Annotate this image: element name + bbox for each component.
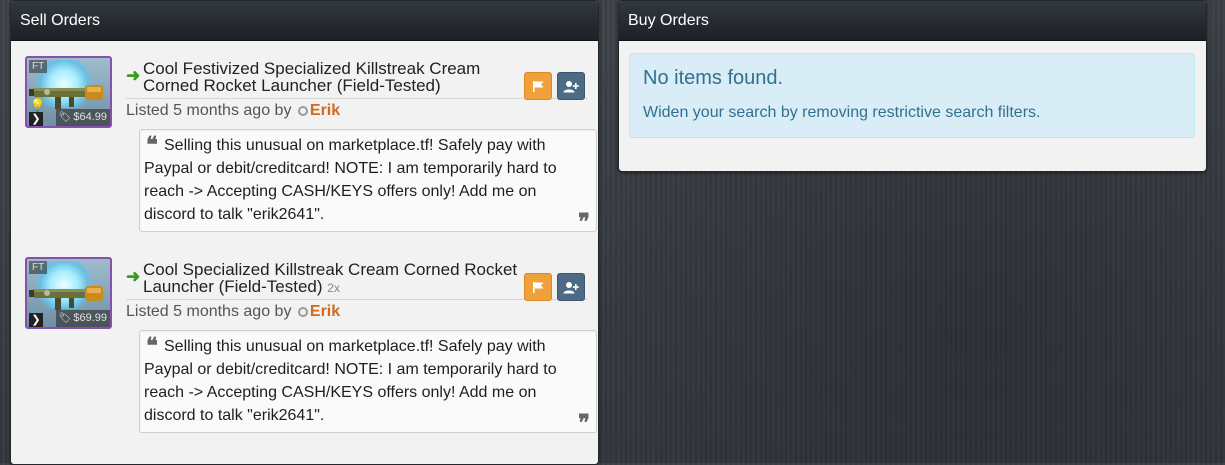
arrow-right-icon: ➜ bbox=[126, 267, 141, 286]
item-thumbnail[interactable]: FT 💡 ❯ 🏷 $64.99 bbox=[25, 56, 112, 128]
listed-text: Listed 5 months ago by bbox=[126, 303, 292, 320]
quote-right-icon: ❞ bbox=[578, 209, 590, 235]
offline-circle-icon bbox=[297, 307, 308, 317]
flag-icon bbox=[532, 281, 543, 293]
listed-text: Listed 5 months ago by bbox=[126, 102, 292, 119]
sell-orders-header: Sell Orders bbox=[11, 1, 598, 41]
rocket-launcher-image bbox=[29, 286, 103, 310]
price-value: $69.99 bbox=[73, 312, 107, 324]
tag-icon: 🏷 bbox=[58, 112, 72, 123]
add-friend-button[interactable] bbox=[557, 72, 585, 100]
seller-username[interactable]: Erik bbox=[310, 303, 340, 320]
offline-circle-icon bbox=[297, 106, 308, 116]
seller-message-text: Selling this unusual on marketplace.tf! … bbox=[144, 338, 557, 424]
price-value: $64.99 bbox=[73, 111, 107, 123]
killstreak-icon: ❯ bbox=[29, 313, 43, 327]
price-tag: 🏷 $64.99 bbox=[55, 109, 110, 126]
listed-info: Listed 5 months ago by Erik bbox=[126, 303, 340, 321]
item-thumbnail[interactable]: FT ❯ 🏷 $69.99 bbox=[25, 257, 112, 329]
quality-badge: FT bbox=[29, 60, 48, 73]
item-name-link[interactable]: Cool Specialized Killstreak Cream Corned… bbox=[143, 261, 523, 297]
lightbulb-icon: 💡 bbox=[30, 98, 45, 112]
item-name-link[interactable]: Cool Festivized Specialized Killstreak C… bbox=[143, 60, 523, 94]
seller-message-text: Selling this unusual on marketplace.tf! … bbox=[144, 137, 557, 223]
listed-info: Listed 5 months ago by Erik bbox=[126, 102, 340, 120]
user-plus-icon bbox=[563, 80, 579, 92]
price-tag: 🏷 $69.99 bbox=[55, 310, 110, 327]
order-title-row: ➜ Cool Specialized Killstreak Cream Corn… bbox=[126, 259, 588, 301]
report-button[interactable] bbox=[524, 72, 552, 100]
quote-right-icon: ❞ bbox=[578, 410, 590, 436]
quality-badge: FT bbox=[29, 261, 48, 274]
empty-results-text: Widen your search by removing restrictiv… bbox=[643, 104, 1041, 121]
add-friend-button[interactable] bbox=[557, 273, 585, 301]
buy-orders-header: Buy Orders bbox=[619, 1, 1206, 41]
flag-icon bbox=[532, 80, 543, 92]
tag-icon: 🏷 bbox=[58, 313, 72, 324]
empty-results-alert: No items found. Widen your search by rem… bbox=[629, 53, 1195, 138]
seller-message: ❝ Selling this unusual on marketplace.tf… bbox=[139, 129, 597, 235]
buy-orders-panel: Buy Orders No items found. Widen your se… bbox=[618, 0, 1207, 172]
item-name-text[interactable]: Cool Festivized Specialized Killstreak C… bbox=[143, 59, 480, 95]
report-button[interactable] bbox=[524, 273, 552, 301]
order-title-row: ➜ Cool Festivized Specialized Killstreak… bbox=[126, 58, 588, 100]
empty-results-title: No items found. bbox=[643, 67, 784, 89]
user-plus-icon bbox=[563, 281, 579, 293]
seller-username[interactable]: Erik bbox=[310, 102, 340, 119]
sell-orders-panel: Sell Orders FT 💡 ❯ 🏷 $64.99 ➜ Cool Festiv… bbox=[10, 0, 599, 465]
arrow-right-icon: ➜ bbox=[126, 66, 141, 85]
seller-message: ❝ Selling this unusual on marketplace.tf… bbox=[139, 330, 597, 436]
quantity-badge: 2x bbox=[327, 281, 340, 295]
killstreak-icon: ❯ bbox=[29, 112, 43, 126]
